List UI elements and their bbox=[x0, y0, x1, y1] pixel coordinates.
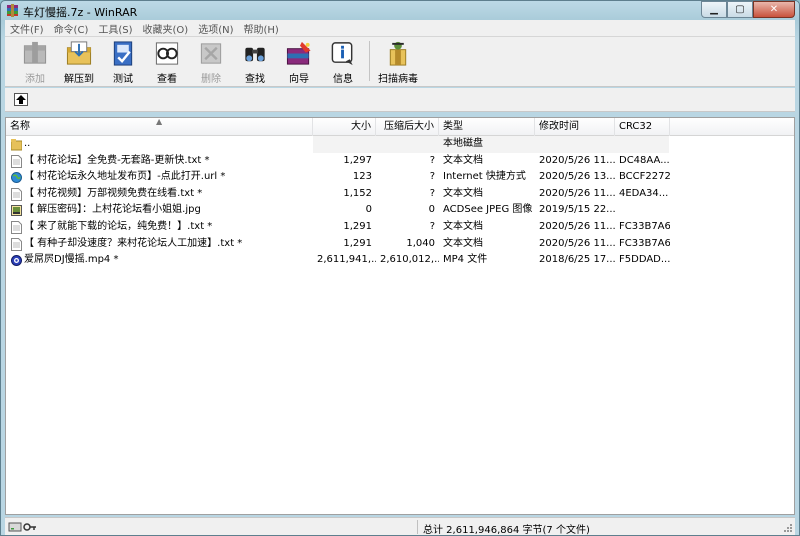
add-icon bbox=[23, 41, 47, 64]
menu-bar: 文件(F) 命令(C) 工具(S) 收藏夹(O) 选项(N) 帮助(H) bbox=[5, 20, 795, 37]
column-header-crc32[interactable]: CRC32 bbox=[615, 118, 670, 136]
find-button[interactable]: 查找 bbox=[233, 37, 277, 85]
maximize-button[interactable]: ▢ bbox=[727, 1, 753, 18]
file-row[interactable]: 【 解压密码】：上村花论坛看小姐姐.jpg 0 0 ACDSee JPEG 图像… bbox=[6, 202, 794, 219]
delete-icon bbox=[200, 43, 222, 64]
resize-grip-icon[interactable] bbox=[783, 523, 793, 533]
file-row[interactable]: 【 村花视频】万部视频免费在线看.txt * 1,152 ? 文本文档 2020… bbox=[6, 186, 794, 203]
find-icon bbox=[245, 47, 265, 62]
file-list-header: 名称 ▲ 大小 压缩后大小 类型 修改时间 CRC32 bbox=[6, 117, 794, 136]
test-icon bbox=[113, 41, 133, 66]
file-row[interactable]: 【 来了就能下载的论坛，纯免费！】.txt * 1,291 ? 文本文档 202… bbox=[6, 219, 794, 236]
column-header-packed[interactable]: 压缩后大小 bbox=[376, 118, 439, 136]
add-button[interactable]: 添加 bbox=[13, 37, 57, 85]
wizard-button[interactable]: 向导 bbox=[277, 37, 321, 85]
close-button[interactable]: ✕ bbox=[753, 1, 795, 18]
drive-key-icon[interactable] bbox=[8, 521, 38, 533]
delete-button[interactable]: 删除 bbox=[189, 37, 233, 85]
test-button[interactable]: 测试 bbox=[101, 37, 145, 85]
file-row-parent[interactable]: .. 本地磁盘 bbox=[6, 136, 794, 153]
status-bar: 总计 2,611,946,864 字节(7 个文件) bbox=[5, 517, 795, 536]
file-row[interactable]: 【 有种子却没速度？来村花论坛人工加速】.txt * 1,291 1,040 文… bbox=[6, 236, 794, 253]
extract-to-button[interactable]: 解压到 bbox=[57, 37, 101, 85]
menu-options[interactable]: 选项(N) bbox=[193, 21, 238, 36]
info-button[interactable]: 信息 bbox=[321, 37, 365, 85]
file-row[interactable]: 爱屌屄DJ慢摇.mp4 * 2,611,941,... 2,610,012,..… bbox=[6, 252, 794, 269]
title-bar[interactable]: 车灯慢摇.7z - WinRAR ▁ ▢ ✕ bbox=[1, 1, 799, 19]
winrar-window: 车灯慢摇.7z - WinRAR ▁ ▢ ✕ 文件(F) 命令(C) 工具(S)… bbox=[0, 0, 800, 536]
toolbar-separator bbox=[369, 41, 370, 81]
menu-help[interactable]: 帮助(H) bbox=[239, 21, 284, 36]
column-header-modified[interactable]: 修改时间 bbox=[535, 118, 615, 136]
up-one-level-button[interactable] bbox=[14, 93, 28, 106]
winrar-app-icon bbox=[7, 4, 18, 17]
window-title: 车灯慢摇.7z - WinRAR bbox=[23, 6, 138, 19]
virus-scan-icon bbox=[389, 41, 407, 66]
column-header-size[interactable]: 大小 bbox=[313, 118, 376, 136]
file-row[interactable]: 【 村花论坛永久地址发布页】-点此打开.url * 123 ? Internet… bbox=[6, 169, 794, 186]
info-icon bbox=[331, 42, 353, 66]
wizard-icon bbox=[286, 41, 311, 65]
menu-tools[interactable]: 工具(S) bbox=[93, 21, 137, 36]
extract-icon bbox=[66, 41, 92, 65]
menu-file[interactable]: 文件(F) bbox=[5, 21, 49, 36]
column-header-type[interactable]: 类型 bbox=[439, 118, 535, 136]
menu-favorites[interactable]: 收藏夹(O) bbox=[138, 21, 194, 36]
view-icon bbox=[155, 42, 179, 65]
up-arrow-icon bbox=[16, 95, 26, 104]
file-row[interactable]: 【 村花论坛】全免费-无套路-更新快.txt * 1,297 ? 文本文档 20… bbox=[6, 153, 794, 170]
virus-scan-button[interactable]: 扫描病毒 bbox=[374, 37, 422, 85]
sort-ascending-icon: ▲ bbox=[156, 117, 163, 126]
minimize-button[interactable]: ▁ bbox=[701, 1, 727, 18]
status-summary: 总计 2,611,946,864 字节(7 个文件) bbox=[423, 525, 590, 536]
file-list[interactable]: 名称 ▲ 大小 压缩后大小 类型 修改时间 CRC32 .. 本地磁盘 【 村花… bbox=[5, 117, 795, 515]
file-rows: .. 本地磁盘 【 村花论坛】全免费-无套路-更新快.txt * 1,297 ?… bbox=[6, 136, 794, 269]
toolbar: 添加 解压到 测试 查看 删除 查找 向导 信息 扫描病毒 bbox=[5, 37, 795, 87]
address-bar bbox=[5, 88, 795, 112]
menu-commands[interactable]: 命令(C) bbox=[49, 21, 94, 36]
view-button[interactable]: 查看 bbox=[145, 37, 189, 85]
